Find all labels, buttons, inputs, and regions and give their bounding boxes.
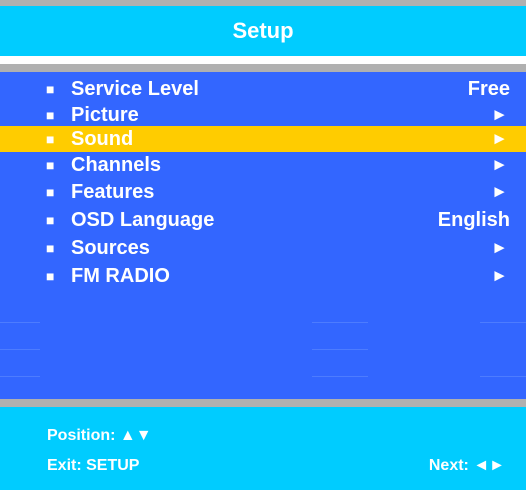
menu-item-features[interactable]: ■ Features ►: [0, 179, 526, 205]
submenu-arrow-icon: ►: [491, 266, 508, 285]
menu-item-label: Service Level: [71, 78, 199, 100]
menu-item-label: Features: [71, 181, 155, 203]
submenu-arrow-icon: ►: [491, 238, 508, 257]
menu-item-label: Sources: [71, 237, 150, 259]
bullet-icon: ■: [46, 81, 55, 97]
menu-item-picture[interactable]: ■ Picture ►: [0, 102, 526, 128]
menu-item-label: OSD Language: [71, 209, 215, 231]
submenu-arrow-icon: ►: [491, 129, 508, 148]
divider: [312, 349, 368, 350]
next-hint: Next: ◄►: [428, 457, 505, 474]
menu-item-value: English: [437, 209, 510, 231]
position-hint: Position: ▲▼: [47, 427, 152, 444]
bullet-icon: ■: [46, 240, 55, 256]
submenu-arrow-icon: ►: [491, 105, 508, 124]
divider: [0, 322, 40, 323]
exit-hint: Exit: SETUP: [47, 457, 140, 474]
divider: [0, 349, 40, 350]
setup-title-bar: Setup: [0, 6, 526, 56]
menu-item-sources[interactable]: ■ Sources ►: [0, 235, 526, 261]
menu-item-channels[interactable]: ■ Channels ►: [0, 152, 526, 178]
menu-panel: ■ Service Level Free ■ Picture ► ■ Sound…: [0, 72, 526, 399]
menu-item-value: Free: [467, 78, 510, 100]
submenu-arrow-icon: ►: [491, 182, 508, 201]
menu-item-label: Sound: [71, 128, 134, 150]
menu-item-label: Channels: [71, 154, 162, 176]
bullet-icon: ■: [46, 268, 55, 284]
menu-item-label: Picture: [71, 104, 139, 126]
menu-frame-strip: [0, 64, 526, 72]
page-title: Setup: [232, 18, 294, 43]
divider: [0, 376, 40, 377]
divider: [480, 376, 526, 377]
bottom-margin: [0, 490, 526, 495]
bullet-icon: ■: [46, 131, 55, 147]
submenu-arrow-icon: ►: [491, 155, 508, 174]
divider: [0, 56, 526, 64]
footer-frame-strip: [0, 399, 526, 407]
setup-menu-screen: Setup ■ Service Level Free ■ Picture ► ■…: [0, 0, 526, 495]
menu-item-sound[interactable]: ■ Sound ►: [0, 126, 526, 152]
menu-item-label: FM RADIO: [71, 265, 170, 287]
divider: [480, 322, 526, 323]
menu-item-fm-radio[interactable]: ■ FM RADIO ►: [0, 263, 526, 289]
menu-item-osd-language[interactable]: ■ OSD Language English: [0, 207, 526, 233]
menu-item-service-level[interactable]: ■ Service Level Free: [0, 76, 526, 102]
help-footer: Position: ▲▼ Exit: SETUP Next: ◄►: [0, 407, 526, 490]
bullet-icon: ■: [46, 107, 55, 123]
bullet-icon: ■: [46, 212, 55, 228]
bullet-icon: ■: [46, 184, 55, 200]
bullet-icon: ■: [46, 157, 55, 173]
divider: [312, 322, 368, 323]
divider: [312, 376, 368, 377]
